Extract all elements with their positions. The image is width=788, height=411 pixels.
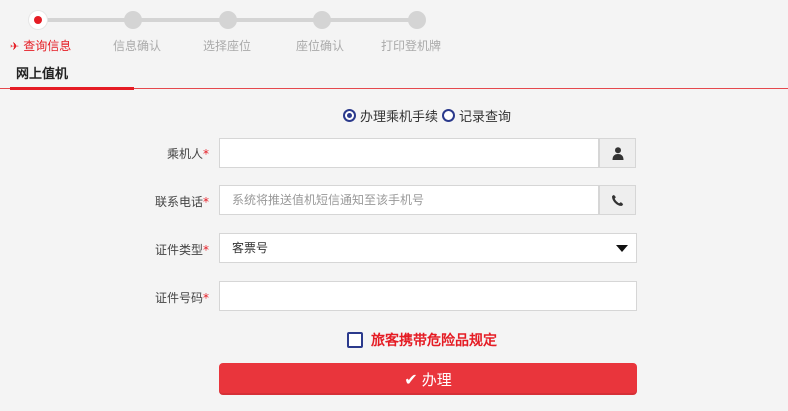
step-dot-4	[313, 11, 331, 29]
radio-checkin-label: 办理乘机手续	[360, 110, 439, 125]
passenger-addon[interactable]	[599, 138, 636, 168]
required-mark: *	[203, 291, 209, 305]
tab-online-checkin[interactable]: 网上值机	[10, 66, 135, 90]
phone-input[interactable]: 系统将推送值机短信通知至该手机号	[219, 185, 599, 215]
doc-number-label-text: 证件号码	[154, 291, 203, 305]
progress-stepper: ✈ 查询信息 信息确认 选择座位 座位确认 打印登机牌	[0, 0, 788, 60]
doc-type-label-text: 证件类型	[154, 243, 203, 257]
step-label-1: ✈ 查询信息	[10, 37, 71, 54]
submit-label: 办理	[421, 370, 452, 389]
doc-type-select[interactable]: 客票号	[219, 233, 637, 263]
phone-label-text: 联系电话	[154, 195, 203, 209]
radio-checkin[interactable]: 办理乘机手续	[343, 106, 438, 125]
passenger-input[interactable]	[219, 138, 599, 168]
phone-placeholder: 系统将推送值机短信通知至该手机号	[232, 193, 425, 207]
phone-addon[interactable]	[599, 185, 636, 215]
required-mark: *	[203, 147, 209, 161]
step-dot-3	[219, 11, 237, 29]
checkbox-unchecked-icon	[347, 332, 363, 348]
phone-icon	[612, 194, 624, 206]
step-dot-5	[408, 11, 426, 29]
radio-checked-icon	[343, 109, 356, 122]
doc-type-label: 证件类型*	[69, 241, 209, 258]
tab-bar: 网上值机	[0, 66, 788, 90]
checkin-mode-radio-group: 办理乘机手续 记录查询	[343, 106, 511, 125]
step-label-1-text: 查询信息	[23, 39, 72, 53]
step-label-4: 座位确认	[296, 39, 345, 53]
step-label-5: 打印登机牌	[381, 39, 442, 53]
required-mark: *	[203, 195, 209, 209]
radio-unchecked-icon	[442, 109, 456, 122]
plane-icon: ✈	[10, 40, 20, 53]
doc-number-label: 证件号码*	[69, 289, 209, 306]
step-label-2: 信息确认	[113, 39, 162, 53]
phone-label: 联系电话*	[69, 193, 209, 210]
dangerous-goods-checkbox[interactable]: 旅客携带危险品规定	[347, 330, 497, 350]
submit-button[interactable]: ✔ 办理	[219, 363, 637, 395]
doc-number-input[interactable]	[219, 281, 637, 311]
passenger-label: 乘机人*	[69, 145, 209, 162]
required-mark: *	[203, 243, 209, 257]
dangerous-goods-link[interactable]: 旅客携带危险品规定	[371, 330, 497, 350]
step-dot-2	[124, 11, 142, 29]
step-dot-1	[29, 11, 47, 29]
check-icon: ✔	[404, 369, 418, 389]
doc-type-value: 客票号	[232, 241, 269, 255]
caret-down-icon	[616, 245, 628, 252]
radio-record-query[interactable]: 记录查询	[442, 106, 511, 125]
passenger-label-text: 乘机人	[166, 147, 203, 161]
step-label-3: 选择座位	[203, 39, 252, 53]
user-icon	[612, 146, 623, 160]
radio-record-query-label: 记录查询	[459, 110, 512, 125]
